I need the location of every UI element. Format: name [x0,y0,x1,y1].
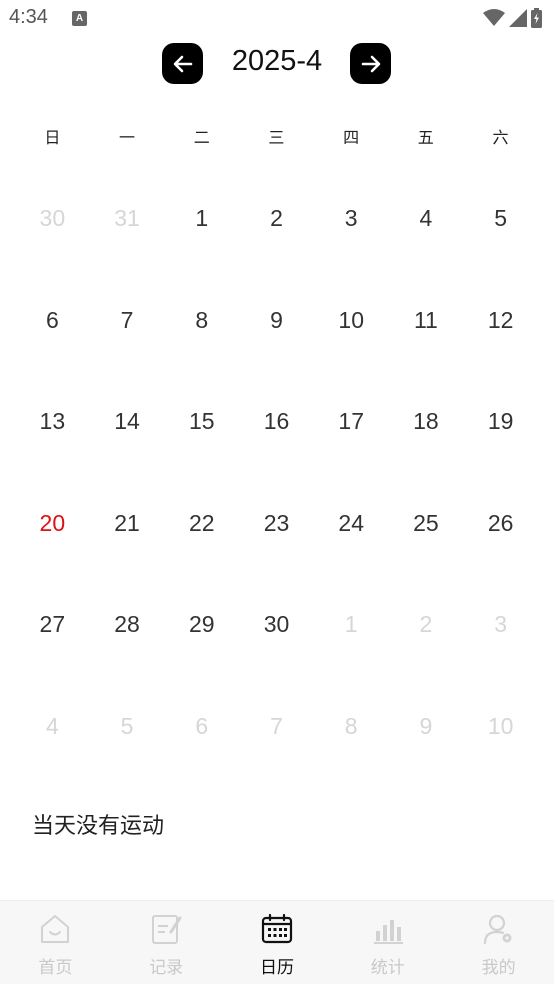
calendar-day[interactable]: 13 [15,371,90,473]
calendar-day[interactable]: 21 [90,473,165,575]
weekday-label: 五 [417,128,434,147]
tab-label: 日历 [259,958,294,978]
calendar-icon [259,911,295,947]
calendar-day[interactable]: 7 [90,270,165,372]
calendar-day[interactable]: 3 [314,168,389,270]
no-activity-message: 当天没有运动 [32,814,165,839]
tab-label: 首页 [38,958,73,978]
prev-month-button[interactable] [162,43,203,84]
calendar-day[interactable]: 11 [389,270,464,372]
calendar-day[interactable]: 1 [164,168,239,270]
wifi-icon [483,9,505,26]
arrow-right-icon [361,55,380,72]
calendar-day[interactable]: 24 [314,473,389,575]
calendar-day[interactable]: 8 [164,270,239,372]
calendar-day-other-month[interactable]: 2 [389,574,464,676]
calendar-day[interactable]: 18 [389,371,464,473]
arrow-left-icon [173,55,192,72]
month-header: 2025-4 [0,42,554,86]
tab-label: 我的 [481,958,516,978]
tab-label: 统计 [370,958,405,978]
calendar-day[interactable]: 28 [90,574,165,676]
tab-profile[interactable]: 我的 [443,901,554,984]
calendar-day[interactable]: 22 [164,473,239,575]
home-icon [37,911,73,947]
calendar-day[interactable]: 10 [314,270,389,372]
calendar-day[interactable]: 23 [239,473,314,575]
calendar-day-other-month[interactable]: 8 [314,676,389,778]
calendar-grid: 30 31 1 2 3 4 5 6 7 8 9 10 11 12 13 14 15 16 17 18 19 20 21 22 2… [15,168,538,777]
tab-label: 记录 [149,958,184,978]
weekday-label: 日 [44,128,61,147]
calendar-day[interactable]: 14 [90,371,165,473]
calendar-day[interactable]: 16 [239,371,314,473]
calendar-day-other-month[interactable]: 6 [164,676,239,778]
bottom-tab-bar: 首页 记录 日历 统计 我的 [0,900,554,984]
calendar-day[interactable]: 17 [314,371,389,473]
calendar-day[interactable]: 25 [389,473,464,575]
calendar-day[interactable]: 19 [463,371,538,473]
status-icons [483,7,542,29]
calendar-day[interactable]: 9 [239,270,314,372]
tab-calendar[interactable]: 日历 [222,901,333,984]
calendar-day-other-month[interactable]: 30 [15,168,90,270]
tab-statistics[interactable]: 统计 [332,901,443,984]
edit-record-icon [148,911,184,947]
status-time: 4:34 [9,6,48,28]
user-settings-icon [481,911,517,947]
status-bar: 4:34 A [0,0,554,38]
calendar-day-other-month[interactable]: 5 [90,676,165,778]
calendar-day[interactable]: 15 [164,371,239,473]
notification-icon: A [72,11,87,26]
weekday-row: 日 一 二 三 四 五 六 [15,124,538,147]
calendar-day-other-month[interactable]: 3 [463,574,538,676]
calendar-day[interactable]: 4 [389,168,464,270]
weekday-label: 三 [268,128,285,147]
calendar-day-other-month[interactable]: 31 [90,168,165,270]
calendar-day-other-month[interactable]: 4 [15,676,90,778]
tab-home[interactable]: 首页 [0,901,111,984]
calendar-day[interactable]: 26 [463,473,538,575]
calendar-day-today[interactable]: 20 [15,473,90,575]
tab-record[interactable]: 记录 [111,901,222,984]
next-month-button[interactable] [350,43,391,84]
calendar-day-other-month[interactable]: 7 [239,676,314,778]
bar-chart-icon [370,911,406,947]
calendar-day[interactable]: 6 [15,270,90,372]
calendar-day-other-month[interactable]: 10 [463,676,538,778]
weekday-label: 六 [492,128,509,147]
calendar-day[interactable]: 30 [239,574,314,676]
calendar-day[interactable]: 12 [463,270,538,372]
calendar-day[interactable]: 29 [164,574,239,676]
month-title: 2025-4 [231,45,323,77]
calendar-day[interactable]: 2 [239,168,314,270]
battery-icon [531,8,542,28]
calendar-day-other-month[interactable]: 9 [389,676,464,778]
weekday-label: 二 [193,128,210,147]
signal-icon [509,9,527,27]
calendar-day[interactable]: 5 [463,168,538,270]
calendar-day[interactable]: 27 [15,574,90,676]
weekday-label: 一 [119,128,136,147]
calendar-day-other-month[interactable]: 1 [314,574,389,676]
weekday-label: 四 [343,128,360,147]
